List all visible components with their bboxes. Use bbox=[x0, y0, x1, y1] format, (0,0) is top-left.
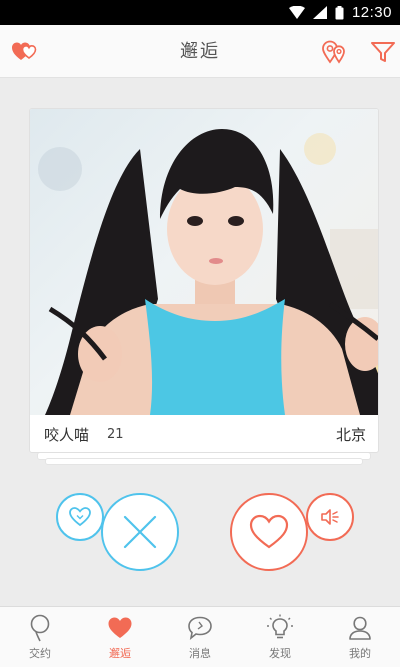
tab-encounter[interactable]: 邂逅 bbox=[80, 607, 160, 667]
battery-icon bbox=[335, 5, 344, 19]
tab-label: 消息 bbox=[189, 647, 211, 660]
profile-name: 咬人喵 bbox=[44, 426, 90, 444]
tab-label: 我的 bbox=[349, 647, 371, 660]
super-like-button[interactable] bbox=[56, 493, 104, 541]
filter-icon[interactable] bbox=[370, 39, 398, 65]
dislike-button[interactable] bbox=[101, 493, 179, 571]
close-icon bbox=[123, 515, 157, 549]
card-stack-layer bbox=[45, 458, 363, 465]
message-icon bbox=[188, 616, 212, 640]
tab-label: 邂逅 bbox=[109, 647, 131, 660]
profile-info: 咬人喵 21 北京 bbox=[30, 415, 378, 452]
status-bar: 12:30 bbox=[0, 0, 400, 25]
tab-bar: 交约 邂逅 消息 发现 我的 bbox=[0, 606, 400, 667]
tab-discover[interactable]: 发现 bbox=[240, 607, 320, 667]
tab-label: 发现 bbox=[269, 647, 291, 660]
tab-profile[interactable]: 我的 bbox=[320, 607, 400, 667]
location-icon[interactable] bbox=[320, 39, 348, 65]
wifi-icon bbox=[288, 6, 305, 19]
tab-messages[interactable]: 消息 bbox=[160, 607, 240, 667]
app-header: 邂逅 bbox=[0, 25, 400, 78]
tab-date[interactable]: 交约 bbox=[0, 607, 80, 667]
voice-greet-button[interactable] bbox=[306, 493, 354, 541]
tab-label: 交约 bbox=[29, 647, 51, 660]
heart-icon bbox=[108, 617, 132, 638]
person-icon bbox=[349, 616, 371, 640]
signal-icon bbox=[312, 6, 327, 19]
profile-age: 21 bbox=[107, 427, 124, 442]
profile-photo bbox=[30, 109, 378, 415]
heart-icon bbox=[249, 514, 289, 549]
like-button[interactable] bbox=[230, 493, 308, 571]
status-time: 12:30 bbox=[351, 4, 392, 21]
profile-city: 北京 bbox=[335, 426, 366, 444]
pin-icon bbox=[30, 614, 50, 642]
sound-icon bbox=[321, 509, 339, 525]
profile-card[interactable]: 咬人喵 21 北京 bbox=[29, 108, 379, 453]
lightbulb-icon bbox=[267, 614, 293, 639]
heart-outline-icon bbox=[69, 507, 91, 527]
